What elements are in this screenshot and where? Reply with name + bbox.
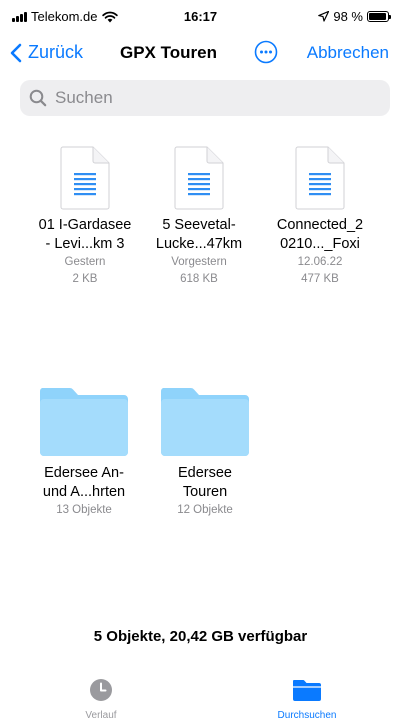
document-icon [174, 146, 224, 210]
back-button[interactable]: Zurück [10, 42, 83, 63]
document-icon [60, 146, 110, 210]
status-bar: Telekom.de 16:17 98 % [0, 0, 401, 36]
folder-icon [160, 388, 249, 456]
navigation-bar: Zurück GPX Touren Abbrechen [0, 38, 401, 70]
battery-percent: 98 % [333, 9, 363, 24]
folder-icon [39, 388, 129, 456]
file-name: 5 Seevetal- Lucke...47km [155, 217, 243, 252]
file-item[interactable]: 5 Seevetal- Lucke...47km Vorgestern 618 … [147, 146, 251, 288]
storage-info: 5 Objekte, 20,42 GB verfügbar [93, 628, 308, 645]
folder-item[interactable]: Edersee Touren 12 Objekte [153, 386, 257, 519]
page-title: GPX Touren [120, 43, 217, 62]
battery-icon [367, 11, 391, 22]
tab-browse-label: Durchsuchen [277, 710, 337, 721]
file-size: 618 KB [180, 273, 218, 285]
file-name: Connected_2 0210..._Foxi [276, 217, 364, 252]
file-item[interactable]: Connected_2 0210..._Foxi 12.06.22 477 KB [268, 146, 372, 288]
file-date: Gestern [64, 256, 106, 268]
tab-bar: Verlauf Durchsuchen [0, 666, 401, 724]
search-bar[interactable] [20, 80, 390, 116]
folder-name: Edersee An- und A...hrten [42, 465, 126, 500]
back-label: Zurück [28, 42, 84, 62]
tab-history-label: Verlauf [85, 710, 117, 721]
file-date: Vorgestern [171, 256, 227, 268]
folder-name: Edersee Touren [177, 465, 232, 500]
cancel-button[interactable]: Abbrechen [307, 43, 389, 63]
location-arrow-icon [318, 11, 330, 22]
folder-item[interactable]: Edersee An- und A...hrten 13 Objekte [32, 386, 136, 519]
search-input[interactable] [53, 87, 377, 109]
chevron-left-icon [10, 43, 22, 62]
file-date: 12.06.22 [297, 256, 343, 268]
folder-count: 12 Objekte [177, 504, 233, 516]
folder-icon [293, 680, 321, 701]
folder-count: 13 Objekte [56, 504, 112, 516]
search-icon [29, 89, 47, 107]
file-size: 477 KB [301, 273, 339, 285]
more-options-icon[interactable] [254, 40, 278, 64]
tab-browse[interactable]: Durchsuchen [252, 678, 362, 721]
document-icon [295, 146, 345, 210]
file-size: 2 KB [72, 273, 98, 285]
file-name: 01 I-Gardasee - Levi...km 3 [38, 217, 132, 252]
clock-icon [90, 679, 112, 701]
file-item[interactable]: 01 I-Gardasee - Levi...km 3 Gestern 2 KB [33, 146, 137, 288]
tab-history[interactable]: Verlauf [46, 678, 156, 721]
status-right: 98 % [318, 9, 391, 24]
